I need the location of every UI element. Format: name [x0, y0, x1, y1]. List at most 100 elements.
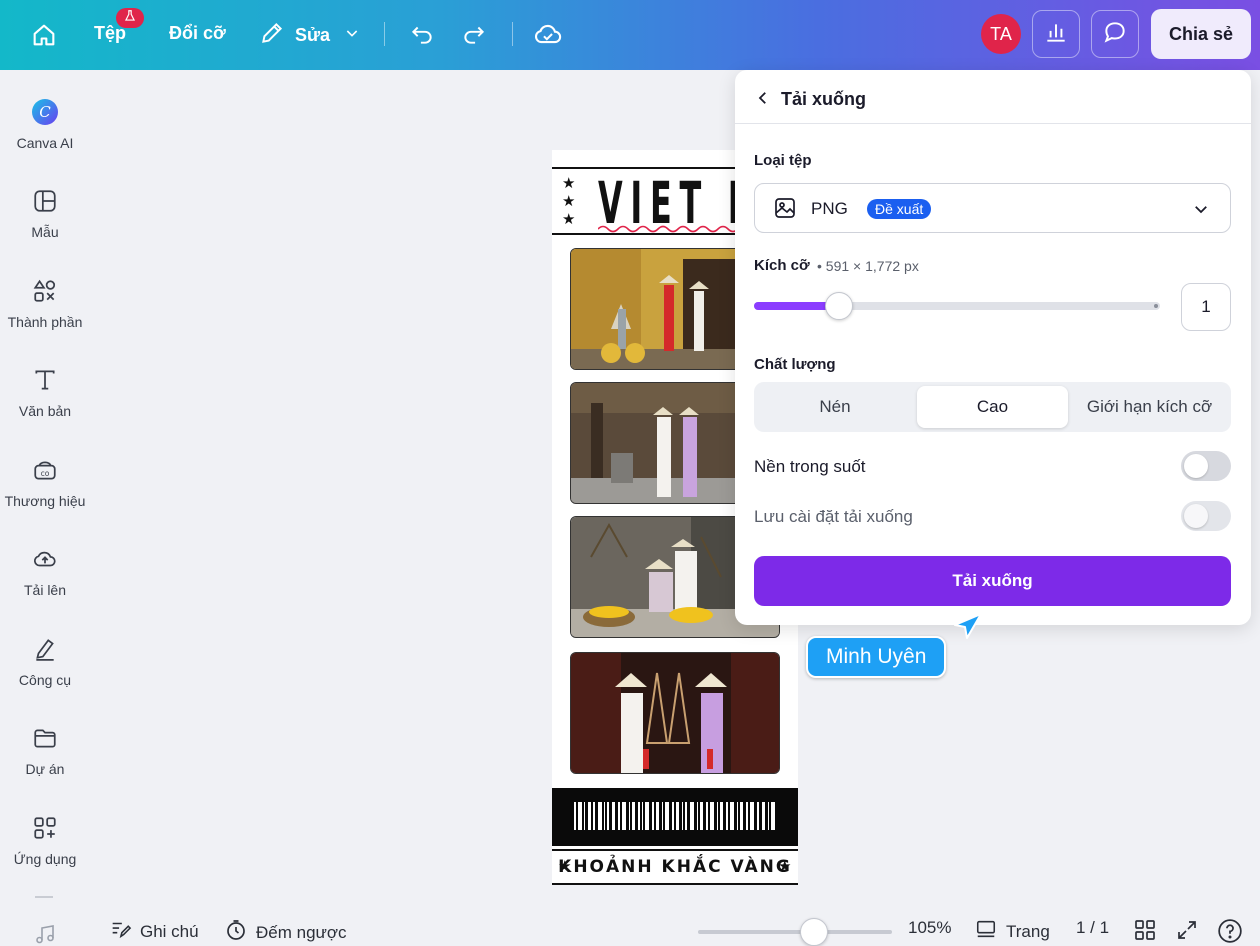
text-icon	[30, 365, 60, 395]
analytics-button[interactable]	[1032, 10, 1080, 58]
avatar-initials: TA	[990, 23, 1012, 44]
panel-title: Tải xuống	[781, 89, 866, 109]
edit-menu-button[interactable]: Sửa	[259, 20, 360, 51]
sidebar-item-templates[interactable]: Mẫu	[0, 186, 90, 240]
download-button[interactable]: Tải xuống	[754, 556, 1231, 606]
folder-icon	[30, 723, 60, 753]
quality-option-compressed[interactable]: Nén	[758, 386, 912, 428]
sidebar-divider	[35, 896, 53, 898]
comments-button[interactable]	[1091, 10, 1139, 58]
size-multiplier-input[interactable]: 1	[1181, 283, 1231, 331]
chevron-left-icon	[754, 92, 772, 112]
redo-button[interactable]	[461, 21, 487, 52]
back-button[interactable]	[754, 88, 772, 113]
sidebar-item-elements[interactable]: Thành phần	[0, 276, 90, 330]
quality-option-label: Cao	[976, 397, 1009, 416]
collaborator-name: Minh Uyên	[826, 645, 927, 668]
photo-4[interactable]	[570, 652, 780, 774]
zoom-percent: 105%	[908, 918, 952, 937]
quality-segmented-control: Nén Cao Giới hạn kích cỡ	[754, 382, 1231, 432]
grid-view-button[interactable]	[1133, 918, 1157, 946]
home-button[interactable]	[30, 21, 58, 54]
pencil-icon	[259, 20, 285, 51]
sidebar-item-uploads[interactable]: Tải lên	[0, 544, 90, 598]
undo-button[interactable]	[409, 21, 435, 52]
help-icon	[1217, 918, 1243, 946]
download-panel: Tải xuống Loại tệp PNG Đề xuất Kích cỡ •…	[735, 70, 1251, 625]
notes-icon	[108, 918, 132, 945]
size-label: Kích cỡ	[754, 257, 810, 274]
timer-icon	[224, 918, 248, 946]
save-status-button[interactable]	[533, 20, 563, 53]
download-button-label: Tải xuống	[952, 571, 1033, 590]
sidebar-item-canva-ai[interactable]: C Canva AI	[0, 97, 90, 151]
left-sidebar: C Canva AI Mẫu Thành phần Văn bản co Thư…	[0, 70, 90, 946]
file-type-value: PNG	[811, 199, 848, 218]
quality-option-label: Giới hạn kích cỡ	[1086, 397, 1213, 416]
upload-icon	[30, 544, 60, 574]
music-icon[interactable]	[32, 922, 58, 946]
star-icon: ★	[778, 858, 792, 875]
size-slider-thumb[interactable]	[825, 292, 853, 320]
zoom-value[interactable]: 105%	[908, 918, 951, 938]
quality-option-limit-size[interactable]: Giới hạn kích cỡ	[1072, 386, 1227, 428]
transparent-bg-label: Nền trong suốt	[754, 457, 866, 476]
timer-button[interactable]: Đếm ngược	[224, 918, 347, 946]
grid-icon	[1133, 918, 1157, 946]
avatar[interactable]: TA	[981, 14, 1021, 54]
sidebar-item-label: Canva AI	[16, 135, 74, 151]
star-icons: ★ ★ ★	[562, 175, 576, 228]
sidebar-item-label: Công cụ	[18, 672, 72, 688]
chevron-down-icon	[1192, 200, 1210, 223]
tools-icon	[30, 634, 60, 664]
footer-band: ★ KHOẢNH KHẮC VÀNG ★	[552, 849, 798, 885]
redo-icon	[461, 21, 487, 52]
panel-header: Tải xuống	[735, 70, 1251, 124]
chart-icon	[1043, 19, 1069, 50]
edit-label: Sửa	[295, 25, 331, 45]
timer-label: Đếm ngược	[256, 922, 347, 942]
share-label: Chia sẻ	[1168, 23, 1234, 44]
pages-button[interactable]: Trang	[974, 918, 1050, 945]
bottom-bar: Ghi chú Đếm ngược 105% Trang 1 / 1	[90, 912, 1260, 946]
home-icon	[30, 21, 58, 54]
size-multiplier-value: 1	[1201, 297, 1211, 316]
size-slider[interactable]	[754, 292, 1160, 320]
help-button[interactable]	[1217, 918, 1243, 946]
slider-end-dot	[1154, 304, 1158, 308]
save-settings-toggle[interactable]	[1181, 501, 1231, 531]
transparent-bg-toggle[interactable]	[1181, 451, 1231, 481]
zoom-slider-thumb[interactable]	[800, 918, 828, 946]
toolbar-divider	[512, 22, 513, 46]
toggle-knob	[1184, 504, 1208, 528]
image-icon	[773, 196, 797, 225]
comment-icon	[1102, 19, 1128, 50]
sidebar-item-label: Văn bản	[18, 403, 72, 419]
file-type-select[interactable]: PNG Đề xuất	[754, 183, 1231, 233]
sidebar-item-tools[interactable]: Công cụ	[0, 634, 90, 688]
footer-text[interactable]: KHOẢNH KHẮC VÀNG	[552, 857, 798, 877]
sidebar-item-brand[interactable]: co Thương hiệu	[0, 455, 90, 509]
apps-icon	[30, 813, 60, 843]
elements-icon	[30, 276, 60, 306]
page-count: 1 / 1	[1076, 918, 1110, 937]
quality-option-high[interactable]: Cao	[917, 386, 1068, 428]
flask-icon	[123, 9, 137, 28]
chevron-down-icon	[344, 25, 360, 46]
page-label: Trang	[1006, 921, 1050, 941]
resize-button[interactable]: Đổi cỡ	[169, 23, 226, 44]
file-type-label: Loại tệp	[754, 152, 812, 169]
share-button[interactable]: Chia sẻ	[1151, 9, 1251, 59]
notes-button[interactable]: Ghi chú	[108, 918, 199, 945]
zoom-slider[interactable]	[698, 930, 892, 934]
sidebar-item-projects[interactable]: Dự án	[0, 723, 90, 777]
sidebar-item-apps[interactable]: Ứng dụng	[0, 813, 90, 867]
toolbar-divider	[384, 22, 385, 46]
sidebar-item-text[interactable]: Văn bản	[0, 365, 90, 419]
sidebar-item-label: Thành phần	[7, 314, 83, 330]
collaborator-cursor-icon	[953, 612, 983, 645]
size-dimensions: • 591 × 1,772 px	[817, 258, 919, 274]
quality-label: Chất lượng	[754, 356, 836, 373]
save-settings-label: Lưu cài đặt tải xuống	[754, 507, 913, 526]
fullscreen-button[interactable]	[1175, 918, 1199, 946]
